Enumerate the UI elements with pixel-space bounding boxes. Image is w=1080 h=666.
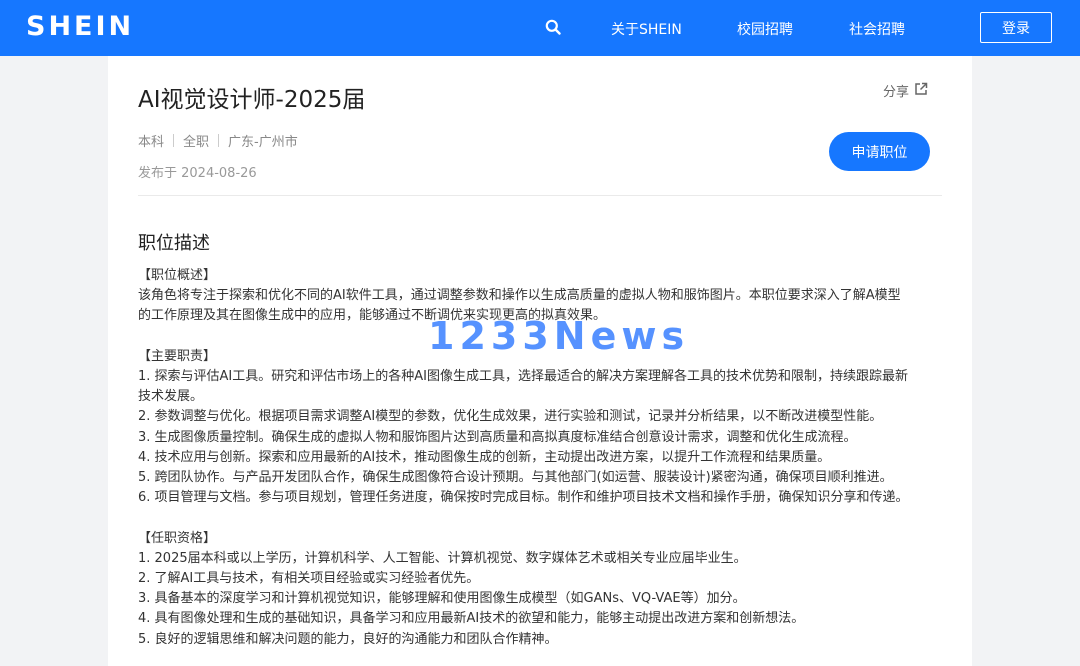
share-icon	[914, 82, 928, 100]
description-line: 4. 技术应用与创新。探索和应用最新的AI技术，推动图像生成的创新，主动提出改进…	[138, 449, 831, 465]
meta-education: 本科	[138, 135, 165, 150]
description-line: 6. 项目管理与文档。参与项目规划，管理任务进度，确保按时完成目标。制作和维护项…	[138, 490, 909, 506]
description-line: 3. 具备基本的深度学习和计算机视觉知识，能够理解和使用图像生成模型（如GANs…	[138, 591, 746, 607]
share-button[interactable]: 分享	[883, 81, 928, 100]
description-title: 职位描述	[138, 233, 210, 254]
job-meta: 本科 全职 广东-广州市	[138, 131, 298, 150]
description-line: 技术发展。	[138, 389, 204, 405]
meta-divider	[218, 134, 220, 147]
description-line: 5. 跨团队协作。与产品开发团队合作，确保生成图像符合设计预期。与其他部门(如运…	[138, 470, 893, 486]
search-icon[interactable]	[545, 19, 563, 37]
nav-item-campus[interactable]: 校园招聘	[737, 19, 793, 39]
description-line: 1. 探索与评估AI工具。研究和评估市场上的各种AI图像生成工具，选择最适合的解…	[138, 369, 908, 384]
top-navbar: SHEIN 关于SHEIN 校园招聘 社会招聘 登录	[0, 0, 1080, 56]
description-line: 1. 2025届本科或以上学历，计算机科学、人工智能、计算机视觉、数字媒体艺术或…	[138, 550, 747, 566]
description-gap	[138, 508, 948, 528]
shein-logo[interactable]: SHEIN	[26, 11, 134, 42]
job-title: AI视觉设计师-2025届	[138, 87, 366, 113]
section-divider	[138, 195, 942, 196]
meta-divider	[173, 134, 175, 147]
description-line: 4. 具有图像处理和生成的基础知识，具备学习和应用最新AI技术的欲望和能力，能够…	[138, 611, 805, 627]
nav-item-about[interactable]: 关于SHEIN	[611, 19, 682, 39]
description-line: 2. 了解AI工具与技术，有相关项目经验或实习经验者优先。	[138, 571, 480, 587]
description-gap	[138, 327, 948, 347]
description-line: 【任职资格】	[138, 530, 217, 546]
job-description: 【职位概述】 该角色将专注于探索和优化不同的AI软件工具，通过调整参数和操作以生…	[138, 266, 948, 650]
description-line: 2. 参数调整与优化。根据项目需求调整AI模型的参数，优化生成效果，进行实验和测…	[138, 409, 883, 425]
apply-button[interactable]: 申请职位	[829, 132, 930, 171]
nav-item-social[interactable]: 社会招聘	[849, 19, 905, 39]
share-label: 分享	[883, 85, 910, 100]
description-line: 【职位概述】	[138, 268, 217, 283]
description-line: 3. 生成图像质量控制。确保生成的虚拟人物和服饰图片达到高质量和高拟真度标准结合…	[138, 429, 857, 445]
description-line: 的工作原理及其在图像生成中的应用，能够通过不断调优来实现更高的拟真效果。	[138, 308, 607, 324]
login-button[interactable]: 登录	[980, 12, 1052, 43]
meta-location: 广东-广州市	[228, 135, 298, 150]
posted-date: 发布于 2024-08-26	[138, 166, 257, 181]
description-line: 该角色将专注于探索和优化不同的AI软件工具，通过调整参数和操作以生成高质量的虚拟…	[138, 288, 901, 304]
description-line: 【主要职责】	[138, 348, 217, 364]
description-line: 5. 良好的逻辑思维和解决问题的能力，良好的沟通能力和团队合作精神。	[138, 631, 558, 647]
meta-type: 全职	[183, 135, 210, 150]
job-detail-card: AI视觉设计师-2025届 分享 本科 全职 广东-广州市 发布于 2024-0…	[108, 56, 972, 666]
